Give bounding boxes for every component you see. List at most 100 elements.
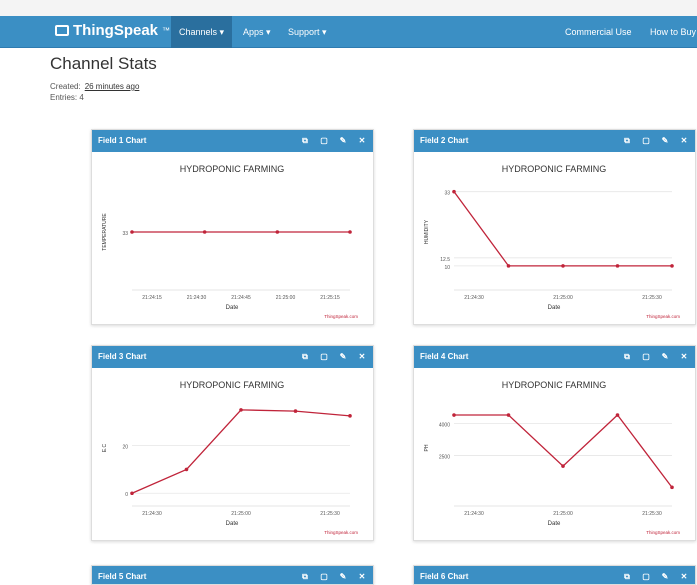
thingspeak-logo-icon [55, 25, 69, 36]
x-tick-label: 21:25:15 [320, 295, 340, 301]
comment-icon[interactable]: ▢ [319, 566, 329, 584]
field-2-chart: HYDROPONIC FARMING 33 12.5 10 HUMIDITY 21:24:… [424, 164, 680, 319]
data-point [275, 230, 280, 234]
y-axis-label: E.C [102, 443, 108, 452]
close-icon[interactable]: ✕ [679, 130, 689, 152]
browser-top-strip [0, 0, 697, 16]
nav-how-to-buy[interactable]: How to Buy [650, 16, 696, 48]
card-header: Field 6 Chart ⧉ ▢ ✎ ✕ [414, 566, 695, 584]
external-link-icon[interactable]: ⧉ [622, 130, 632, 152]
pencil-icon[interactable]: ✎ [338, 566, 348, 584]
comment-icon[interactable]: ▢ [319, 346, 329, 368]
comment-icon[interactable]: ▢ [319, 130, 329, 152]
created-value[interactable]: 26 minutes ago [85, 82, 140, 91]
card-header: Field 4 Chart ⧉ ▢ ✎ ✕ [414, 346, 695, 368]
brand-logo[interactable]: ThingSpeak ™ [55, 22, 170, 39]
y-axis-label: PH [424, 444, 430, 451]
data-point [506, 264, 511, 268]
y-tick-label: 10 [444, 265, 450, 271]
card-header: Field 3 Chart ⧉ ▢ ✎ ✕ [92, 346, 373, 368]
card-title: Field 6 Chart [420, 572, 469, 581]
field-3-chart-card: Field 3 Chart ⧉ ▢ ✎ ✕ HYDROPONIC FARMING… [91, 345, 374, 541]
pencil-icon[interactable]: ✎ [660, 130, 670, 152]
card-header: Field 1 Chart ⧉ ▢ ✎ ✕ [92, 130, 373, 152]
x-tick-label: 21:25:00 [553, 295, 573, 301]
field-6-chart-card: Field 6 Chart ⧉ ▢ ✎ ✕ [413, 565, 696, 585]
chart-credit: ThingSpeak.com [646, 314, 680, 319]
x-tick-label: 21:25:00 [276, 295, 296, 301]
data-point [670, 485, 674, 490]
field-3-chart: HYDROPONIC FARMING 20 0 E.C 21:24:30 21:25:00… [102, 380, 358, 535]
x-tick-label: 21:24:30 [142, 511, 162, 517]
external-link-icon[interactable]: ⧉ [622, 566, 632, 584]
data-point [239, 408, 243, 412]
card-header: Field 5 Chart ⧉ ▢ ✎ ✕ [92, 566, 373, 584]
external-link-icon[interactable]: ⧉ [300, 130, 310, 152]
entries-value: 4 [79, 93, 84, 102]
created-label: Created: [50, 82, 81, 91]
brand-name: ThingSpeak [73, 22, 159, 39]
data-point [130, 230, 134, 234]
nav-commercial-use[interactable]: Commercial Use [565, 16, 632, 48]
data-point [561, 264, 565, 268]
y-axis-label: TEMPERATURE [102, 213, 108, 251]
pencil-icon[interactable]: ✎ [338, 130, 348, 152]
nav-apps[interactable]: Apps ▾ [235, 16, 279, 48]
x-tick-label: 21:24:15 [142, 295, 162, 301]
data-point [561, 464, 565, 468]
chart-credit: ThingSpeak.com [324, 314, 358, 319]
data-point [293, 409, 298, 413]
field-1-chart: HYDROPONIC FARMING 33 TEMPERATURE 21:24:15 2… [102, 164, 358, 319]
chart-credit: ThingSpeak.com [646, 530, 680, 535]
field-5-chart-card: Field 5 Chart ⧉ ▢ ✎ ✕ [91, 565, 374, 585]
external-link-icon[interactable]: ⧉ [622, 346, 632, 368]
x-axis-label: Date [548, 521, 561, 527]
card-title: Field 1 Chart [98, 136, 147, 145]
pencil-icon[interactable]: ✎ [660, 346, 670, 368]
x-axis-label: Date [548, 305, 561, 311]
field-4-chart: HYDROPONIC FARMING 4000 2500 PH 21:24:30 21:2… [424, 380, 680, 535]
card-title: Field 5 Chart [98, 572, 147, 581]
y-tick-label: 0 [125, 492, 128, 498]
navbar: ThingSpeak ™ Channels ▾ Apps ▾ Support ▾ … [0, 16, 697, 48]
card-header: Field 2 Chart ⧉ ▢ ✎ ✕ [414, 130, 695, 152]
close-icon[interactable]: ✕ [357, 130, 367, 152]
data-point [615, 413, 620, 417]
data-point [184, 467, 189, 472]
nav-support[interactable]: Support ▾ [280, 16, 335, 48]
chart-credit: ThingSpeak.com [324, 530, 358, 535]
external-link-icon[interactable]: ⧉ [300, 566, 310, 584]
chart-title: HYDROPONIC FARMING [502, 164, 607, 174]
x-tick-label: 21:24:30 [187, 295, 207, 301]
created-meta: Created: 26 minutes ago [50, 82, 139, 91]
field-4-chart-card: Field 4 Chart ⧉ ▢ ✎ ✕ HYDROPONIC FARMING… [413, 345, 696, 541]
close-icon[interactable]: ✕ [357, 566, 367, 584]
field-1-chart-card: Field 1 Chart ⧉ ▢ ✎ ✕ HYDROPONIC FARMING… [91, 129, 374, 325]
external-link-icon[interactable]: ⧉ [300, 346, 310, 368]
y-tick-label: 20 [122, 445, 128, 451]
x-tick-label: 21:25:30 [320, 511, 340, 517]
x-tick-label: 21:24:45 [231, 295, 251, 301]
comment-icon[interactable]: ▢ [641, 130, 651, 152]
close-icon[interactable]: ✕ [679, 566, 689, 584]
chart-title: HYDROPONIC FARMING [502, 380, 607, 390]
y-tick-label: 33 [444, 191, 450, 197]
chart-title: HYDROPONIC FARMING [180, 164, 285, 174]
x-axis-label: Date [226, 305, 239, 311]
data-point [506, 413, 511, 417]
close-icon[interactable]: ✕ [357, 346, 367, 368]
x-tick-label: 21:24:30 [464, 511, 484, 517]
comment-icon[interactable]: ▢ [641, 566, 651, 584]
close-icon[interactable]: ✕ [679, 346, 689, 368]
data-point [670, 264, 674, 268]
x-tick-label: 21:25:30 [642, 295, 662, 301]
series-line [453, 191, 672, 267]
y-axis-label: HUMIDITY [424, 219, 430, 244]
field-2-chart-card: Field 2 Chart ⧉ ▢ ✎ ✕ HYDROPONIC FARMING… [413, 129, 696, 325]
y-tick-label: 33 [122, 231, 128, 237]
pencil-icon[interactable]: ✎ [660, 566, 670, 584]
pencil-icon[interactable]: ✎ [338, 346, 348, 368]
comment-icon[interactable]: ▢ [641, 346, 651, 368]
card-title: Field 3 Chart [98, 352, 147, 361]
nav-channels[interactable]: Channels ▾ [171, 16, 233, 48]
